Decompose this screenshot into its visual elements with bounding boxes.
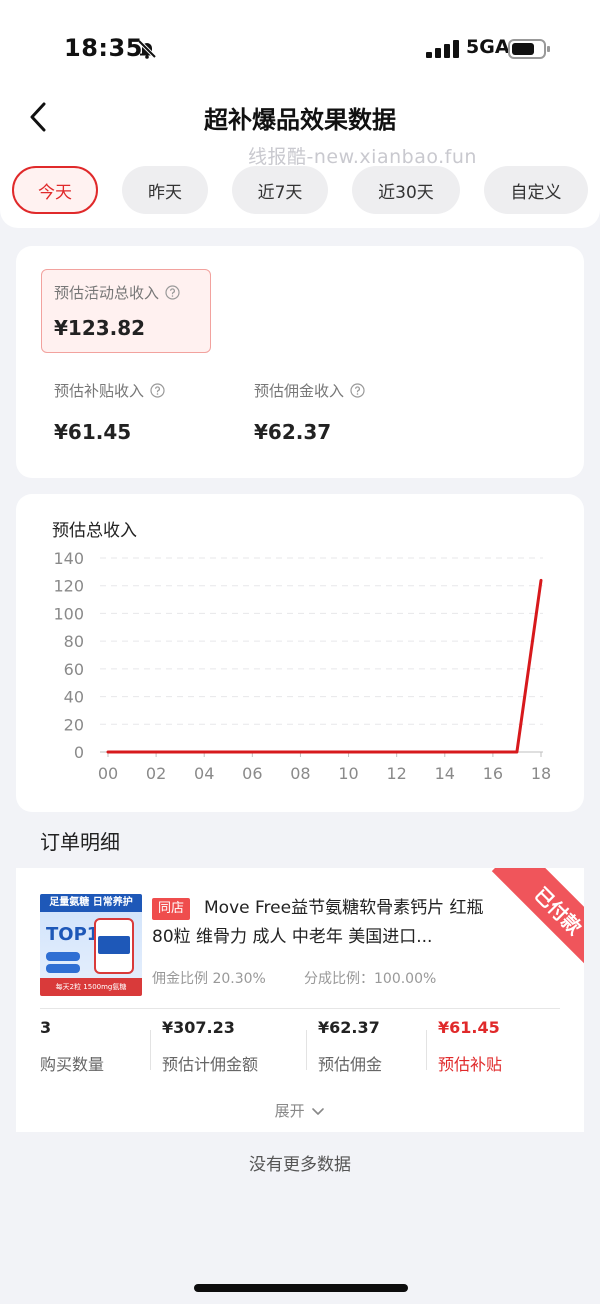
- status-bar: 18:35 5GA: [0, 0, 600, 96]
- income-summary-card: 预估活动总收入 ¥123.82 预估补贴收入 ¥61.45 预估佣金收入 ¥62…: [16, 246, 584, 478]
- order-section-title: 订单明细: [40, 830, 120, 854]
- product-bottle-label: [98, 936, 130, 954]
- subsidy-income-value: ¥61.45: [54, 420, 132, 444]
- chevron-down-icon: [312, 1107, 325, 1115]
- y-tick-label: 80: [64, 632, 84, 651]
- expand-label: 展开: [274, 1102, 305, 1120]
- x-tick-label: 02: [146, 764, 166, 783]
- stat-quantity-value: 3: [40, 1018, 52, 1037]
- expand-toggle[interactable]: 展开: [16, 1100, 584, 1121]
- y-tick-label: 120: [53, 577, 84, 596]
- date-tabs: 今天 昨天 近7天 近30天 自定义: [12, 166, 600, 214]
- signal-icon: [426, 40, 459, 58]
- commission-income-label: 预估佣金收入: [254, 382, 345, 400]
- total-income-label: 预估活动总收入: [54, 284, 160, 302]
- product-bottle: [94, 918, 134, 974]
- subsidy-income-label: 预估补贴收入: [54, 382, 145, 400]
- split-rate: 分成比例：100.00%: [304, 971, 437, 987]
- x-tick-label: 04: [194, 764, 214, 783]
- income-chart-card: 预估总收入 0 20 40 60 80 100 120 140 00 02 04 06 08 10 12 14…: [16, 494, 584, 812]
- shop-tag: 同店: [152, 898, 191, 920]
- divider: [426, 1030, 427, 1070]
- help-icon[interactable]: [350, 383, 365, 398]
- stat-subsidy-label: 预估补贴: [438, 1055, 503, 1074]
- subsidy-income-label-row: 预估补贴收入: [54, 380, 165, 401]
- tab-last-30-days[interactable]: 近30天: [352, 166, 460, 214]
- y-tick-label: 140: [53, 549, 84, 568]
- total-income-box: 预估活动总收入 ¥123.82: [41, 269, 211, 353]
- x-tick-label: 16: [483, 764, 503, 783]
- x-tick-label: 12: [386, 764, 406, 783]
- y-tick-label: 0: [74, 743, 84, 762]
- stat-commissionable-value: ¥307.23: [162, 1018, 235, 1037]
- tab-custom[interactable]: 自定义: [484, 166, 588, 214]
- stat-subsidy-value: ¥61.45: [438, 1018, 500, 1037]
- help-icon[interactable]: [150, 383, 165, 398]
- y-tick-label: 20: [64, 715, 84, 734]
- product-image-header: 足量氨糖 日常养护: [40, 894, 142, 912]
- battery-icon: [508, 39, 550, 59]
- x-tick-label: 14: [435, 764, 455, 783]
- divider: [40, 1008, 560, 1009]
- product-image[interactable]: 足量氨糖 日常养护 TOP1 每天2粒 1500mg氨糖: [40, 894, 142, 996]
- commission-rate: 佣金比例 20.30%: [152, 971, 266, 987]
- tab-today[interactable]: 今天: [12, 166, 98, 214]
- commission-income-label-row: 预估佣金收入: [254, 380, 365, 401]
- product-title[interactable]: Move Free益节氨糖软骨素钙片 红瓶80粒 维骨力 成人 中老年 美国进口…: [152, 894, 500, 952]
- income-line-chart: 0 20 40 60 80 100 120 140 00 02 04 06 08 10 12 14 16 18: [53, 549, 551, 783]
- page-title: 超补爆品效果数据: [204, 106, 396, 134]
- product-image-pill: [46, 952, 80, 961]
- stat-commission-value: ¥62.37: [318, 1018, 380, 1037]
- y-tick-label: 100: [53, 604, 84, 623]
- x-tick-label: 18: [531, 764, 551, 783]
- y-tick-label: 40: [64, 688, 84, 707]
- product-image-badge: TOP1: [46, 924, 100, 945]
- tab-last-7-days[interactable]: 近7天: [232, 166, 328, 214]
- no-more-data: 没有更多数据: [249, 1155, 351, 1175]
- stat-subsidy: ¥61.45 预估补贴: [438, 1018, 502, 1075]
- stat-commissionable-label: 预估计佣金额: [162, 1055, 259, 1074]
- network-type: 5GA: [466, 36, 510, 58]
- x-tick-label: 00: [98, 764, 118, 783]
- divider: [150, 1030, 151, 1070]
- x-tick-label: 10: [338, 764, 358, 783]
- help-icon[interactable]: [165, 285, 180, 300]
- stat-commissionable-amount: ¥307.23 预估计佣金额: [162, 1018, 258, 1075]
- y-tick-label: 60: [64, 660, 84, 679]
- status-time: 18:35: [64, 34, 143, 62]
- bell-off-icon: [137, 39, 157, 59]
- stat-quantity: 3 购买数量: [40, 1018, 104, 1075]
- stat-quantity-label: 购买数量: [40, 1055, 105, 1074]
- x-tick-label: 06: [242, 764, 262, 783]
- commission-income-value: ¥62.37: [254, 420, 332, 444]
- tab-yesterday[interactable]: 昨天: [122, 166, 208, 214]
- stat-commission-label: 预估佣金: [318, 1055, 383, 1074]
- x-tick-label: 08: [290, 764, 310, 783]
- header-area: 18:35 5GA 超补爆品效果数据 线报酷-new.xianbao.fun 今…: [0, 0, 600, 228]
- order-card[interactable]: 已付款 足量氨糖 日常养护 TOP1 每天2粒 1500mg氨糖 Move Fr…: [16, 868, 584, 1132]
- status-ribbon: 已付款: [491, 868, 584, 978]
- total-income-label-row: 预估活动总收入: [54, 282, 180, 303]
- stat-commission: ¥62.37 预估佣金: [318, 1018, 382, 1075]
- product-image-pill: [46, 964, 80, 973]
- product-image-footer: 每天2粒 1500mg氨糖: [40, 978, 142, 996]
- home-indicator[interactable]: [194, 1284, 408, 1292]
- divider: [306, 1030, 307, 1070]
- series-line: [106, 578, 543, 754]
- total-income-value: ¥123.82: [54, 316, 146, 340]
- watermark: 线报酷-new.xianbao.fun: [248, 146, 477, 168]
